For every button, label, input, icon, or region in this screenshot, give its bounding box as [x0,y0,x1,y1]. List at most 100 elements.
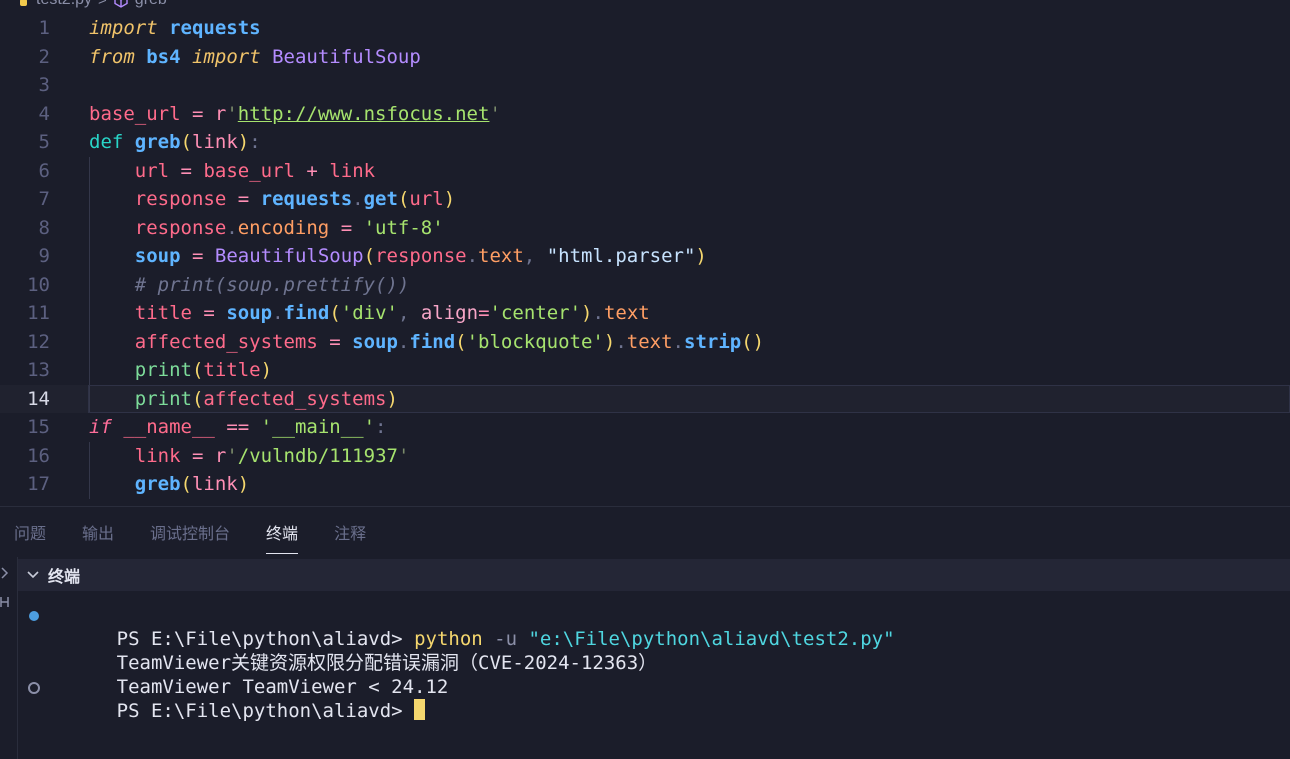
code-token: = [237,188,250,210]
panel-tab[interactable]: 输出 [82,516,114,548]
code-token: , [397,302,421,324]
code-token: response [134,216,227,239]
code-token: greb [134,473,181,495]
code-token: r [214,102,227,125]
code-line[interactable]: 12 affected_systems = soup.find('blockqu… [0,327,1290,357]
panel-tab[interactable]: 终端 [266,516,299,554]
code-line[interactable]: 9 soup = BeautifulSoup(response.text, "h… [0,242,1290,271]
code-token: . [352,188,364,210]
code-token: base_url [203,159,295,182]
code-token: . [397,330,410,353]
line-number: 5 [38,131,50,153]
panel-tab[interactable]: 注释 [334,516,366,548]
indent-guide [89,470,90,499]
code-line[interactable]: 6 url = base_url + link [0,156,1290,185]
code-token: : [249,131,261,153]
code-text: print(affected_systems) [89,385,398,414]
code-line[interactable]: 10 # print(soup.prettify()) [0,270,1290,299]
breadcrumb-file[interactable]: test2.py [36,0,92,9]
line-number: 2 [38,45,50,68]
code-token: text [478,245,524,267]
command-success-decoration-icon[interactable] [29,611,39,621]
line-number: 12 [27,330,50,353]
chevron-right-icon[interactable] [0,567,10,583]
code-token: requests [260,188,353,210]
code-token: ( [180,131,192,153]
terminal-section-header[interactable]: 终端 [18,559,1290,591]
code-token: = [478,302,490,324]
code-line[interactable]: 14 print(affected_systems) [0,384,1290,414]
code-token: ( [180,473,192,495]
code-token: text [626,330,673,353]
code-line[interactable]: 13 print(title) [0,356,1290,385]
code-token: response [375,245,467,267]
code-line[interactable]: 5 def greb(link): [0,128,1290,157]
panel-tab[interactable]: 问题 [14,516,46,548]
code-text: greb(link) [89,470,249,499]
terminal-line-command: PS E:\File\python\aliavd> python -u "e:\… [18,603,1290,650]
terminal-shell-icon[interactable] [0,595,10,613]
code-line[interactable]: 16 link = r'/vulndb/111937' [0,441,1290,470]
terminal-output[interactable]: PS E:\File\python\aliavd> python -u "e:\… [18,603,1290,722]
code-token: response [134,188,227,210]
indent-guide [89,299,90,328]
code-token: "html.parser" [546,245,696,267]
indent-guide [89,156,90,185]
code-token: from [89,45,135,68]
code-token: == [226,416,250,438]
code-text: print(title) [89,356,272,385]
code-token: . [226,216,238,239]
code-text: response = requests.get(url) [89,185,455,214]
panel-tab[interactable]: 调试控制台 [150,516,230,548]
code-token: = [329,330,341,353]
code-line[interactable]: 15 if __name__ == '__main__': [0,413,1290,442]
code-token: . [672,330,684,353]
command-pending-decoration-icon [28,682,40,694]
code-token: link [134,444,181,467]
code-line[interactable]: 3 [0,71,1290,100]
code-token: title [134,302,192,324]
code-token: requests [169,17,261,39]
code-token: import [89,17,158,39]
terminal-line-prompt[interactable]: PS E:\File\python\aliavd> [18,675,1290,722]
code-line[interactable]: 2 from bs4 import BeautifulSoup [0,43,1290,72]
code-token: ' [226,102,238,125]
terminal-cursor [414,699,426,720]
code-line[interactable]: 1 import requests [0,14,1290,43]
code-editor[interactable]: 1 import requests 2 from bs4 import Beautif… [0,14,1290,506]
code-line[interactable]: 8 response.encoding = 'utf-8' [0,213,1290,243]
code-line[interactable]: 4 base_url = r'http://www.nsfocus.net' [0,100,1290,129]
code-token: def [89,131,124,153]
code-token: encoding [237,216,330,239]
chevron-down-icon[interactable] [26,568,40,582]
terminal-output-line: TeamViewer TeamViewer < 24.12 [18,651,1290,698]
code-token: ( [455,330,467,353]
breadcrumb: test2.py > greb [0,0,167,10]
code-token: ) [237,473,250,495]
breadcrumb-symbol[interactable]: greb [135,0,167,9]
indent-guide [89,356,90,385]
code-line[interactable]: 17 greb(link) [0,470,1290,499]
code-text: affected_systems = soup.find('blockquote… [89,328,764,357]
code-text: response.encoding = 'utf-8' [89,214,444,243]
code-line[interactable]: 11 title = soup.find('div', align='cente… [0,299,1290,328]
code-line[interactable]: 7 response = requests.get(url) [0,185,1290,214]
